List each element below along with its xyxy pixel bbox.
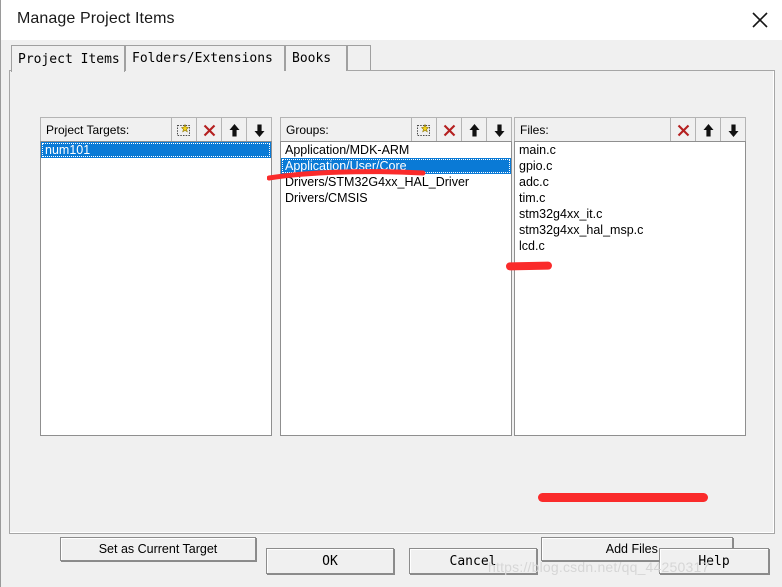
ok-button[interactable]: OK	[266, 548, 394, 574]
tab-label: Books	[292, 51, 332, 66]
move-down-icon[interactable]	[720, 118, 745, 142]
move-up-icon[interactable]	[221, 118, 246, 142]
list-item[interactable]: lcd.c	[515, 238, 745, 254]
tab-label: Project Items	[18, 51, 120, 67]
project-targets-listbox[interactable]: num101	[40, 141, 272, 436]
tab-books[interactable]: Books	[285, 45, 347, 71]
groups-header: Groups:	[280, 117, 512, 142]
list-item[interactable]: Drivers/STM32G4xx_HAL_Driver	[281, 174, 511, 190]
tab-project-items[interactable]: Project Items	[11, 45, 125, 72]
window-title: Manage Project Items	[17, 10, 175, 27]
list-item[interactable]: stm32g4xx_it.c	[515, 206, 745, 222]
help-button[interactable]: Help	[659, 548, 769, 574]
list-item[interactable]: gpio.c	[515, 158, 745, 174]
delete-x-icon[interactable]	[670, 118, 695, 142]
groups-column: Groups: Application/MDK-ARM Application/…	[280, 117, 512, 436]
files-toolbar	[670, 118, 745, 142]
manage-project-items-dialog: Manage Project Items Project Items Folde…	[0, 0, 782, 587]
project-items-panel: Project Targets: num101 Groups: Applicat…	[9, 70, 775, 561]
title-bar: Manage Project Items	[1, 0, 782, 40]
tab-strip-filler	[347, 45, 371, 71]
list-item[interactable]: Application/User/Core	[281, 158, 511, 174]
delete-x-icon[interactable]	[436, 118, 461, 142]
close-icon[interactable]	[737, 0, 782, 40]
files-label: Files:	[520, 122, 549, 137]
list-item[interactable]: num101	[41, 142, 271, 158]
project-targets-header: Project Targets:	[40, 117, 272, 142]
list-item[interactable]: tim.c	[515, 190, 745, 206]
tab-folders-extensions[interactable]: Folders/Extensions	[125, 45, 285, 71]
groups-toolbar	[411, 118, 511, 142]
files-header: Files:	[514, 117, 746, 142]
move-up-icon[interactable]	[461, 118, 486, 142]
new-item-icon[interactable]	[411, 118, 436, 142]
move-down-icon[interactable]	[486, 118, 511, 142]
tab-strip: Project Items Folders/Extensions Books	[9, 45, 775, 72]
new-item-icon[interactable]	[171, 118, 196, 142]
groups-listbox[interactable]: Application/MDK-ARM Application/User/Cor…	[280, 141, 512, 436]
list-item[interactable]: stm32g4xx_hal_msp.c	[515, 222, 745, 238]
project-targets-label: Project Targets:	[46, 122, 130, 137]
button-label: Cancel	[449, 553, 497, 569]
button-label: Set as Current Target	[98, 542, 218, 556]
list-item[interactable]: Application/MDK-ARM	[281, 142, 511, 158]
list-item[interactable]: main.c	[515, 142, 745, 158]
files-column: Files: main.c gpio.c adc.c tim.c stm32g4…	[514, 117, 746, 436]
files-listbox[interactable]: main.c gpio.c adc.c tim.c stm32g4xx_it.c…	[514, 141, 746, 436]
button-label: OK	[322, 553, 338, 569]
move-down-icon[interactable]	[246, 118, 271, 142]
groups-label: Groups:	[286, 122, 329, 137]
delete-x-icon[interactable]	[196, 118, 221, 142]
list-item[interactable]: Drivers/CMSIS	[281, 190, 511, 206]
button-label: Help	[698, 553, 730, 569]
cancel-button[interactable]: Cancel	[409, 548, 537, 574]
list-item[interactable]: adc.c	[515, 174, 745, 190]
set-as-current-target-button[interactable]: Set as Current Target	[60, 537, 256, 561]
tab-label: Folders/Extensions	[132, 51, 273, 66]
move-up-icon[interactable]	[695, 118, 720, 142]
project-targets-column: Project Targets: num101	[40, 117, 272, 436]
project-targets-toolbar	[171, 118, 271, 142]
